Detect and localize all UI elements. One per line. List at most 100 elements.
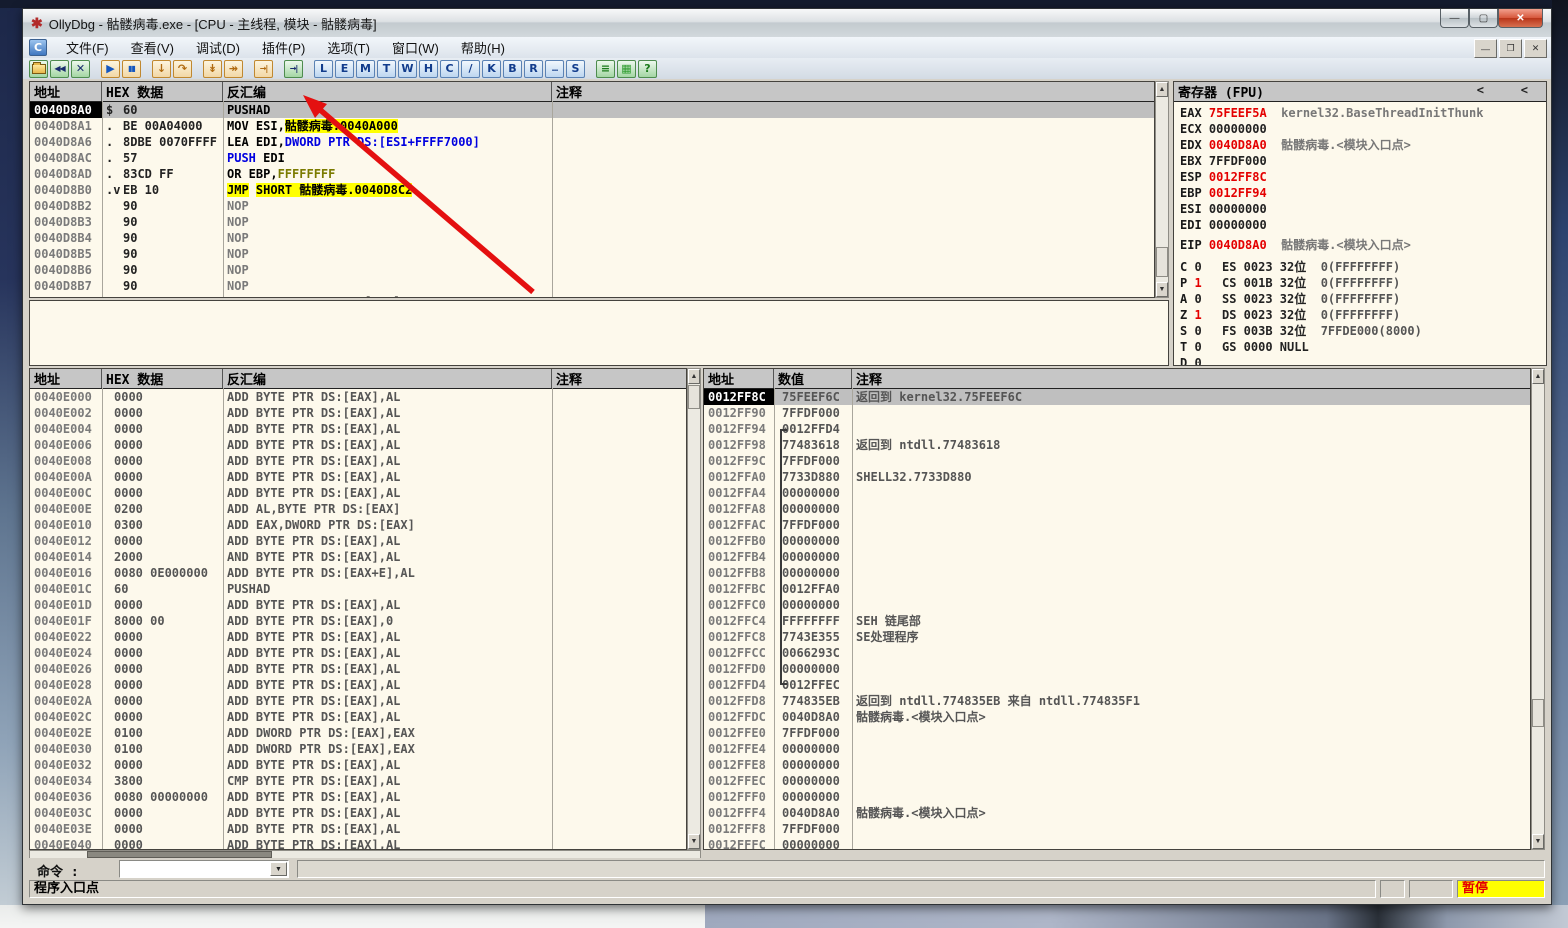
disasm-row[interactable]: 0040D8A0 $60 PUSHAD xyxy=(30,102,1154,118)
menu-item-T[interactable]: 选项(T) xyxy=(316,36,381,59)
flag-row[interactable]: P 1 CS 001B 32位 0(FFFFFFFF) xyxy=(1180,275,1544,291)
dump-row[interactable]: 0040E01F 8000 00 ADD BYTE PTR DS:[EAX],0 xyxy=(30,613,686,629)
stack-row[interactable]: 0012FFE0 7FFDF000 xyxy=(704,725,1530,741)
executable-modules-button[interactable]: E xyxy=(335,59,354,78)
dump-row[interactable]: 0040E02C 0000 ADD BYTE PTR DS:[EAX],AL xyxy=(30,709,686,725)
handles-button[interactable]: H xyxy=(419,59,438,78)
menu-item-V[interactable]: 查看(V) xyxy=(120,36,185,59)
execute-till-return-button[interactable]: →| xyxy=(254,59,273,78)
disasm-row[interactable]: 0040D8AD. 83CD FF OR EBP,FFFFFFFF xyxy=(30,166,1154,182)
dump-row[interactable]: 0040E034 3800 CMP BYTE PTR DS:[EAX],AL xyxy=(30,773,686,789)
dump-row[interactable]: 0040E032 0000 ADD BYTE PTR DS:[EAX],AL xyxy=(30,757,686,773)
collapse-button[interactable]: < xyxy=(1521,83,1528,97)
stack-row[interactable]: 0012FFB8 00000000 xyxy=(704,565,1530,581)
references-button[interactable]: R xyxy=(524,59,543,78)
animate-over-button[interactable]: ↠ xyxy=(224,59,243,78)
stack-row[interactable]: 0012FFA4 00000000 xyxy=(704,485,1530,501)
dump-row[interactable]: 0040E014 2000 AND BYTE PTR DS:[EAX],AL xyxy=(30,549,686,565)
stack-row[interactable]: 0012FF9C 7FFDF000 xyxy=(704,453,1530,469)
scroll-thumb[interactable] xyxy=(1156,247,1168,277)
dump-row[interactable]: 0040E01C 60 PUSHAD xyxy=(30,581,686,597)
column-header[interactable]: 地址 xyxy=(30,369,102,388)
column-header[interactable]: 地址 xyxy=(704,369,774,388)
scroll-thumb[interactable] xyxy=(87,851,272,858)
column-header[interactable]: 注释 xyxy=(552,369,686,388)
menu-item-D[interactable]: 调试(D) xyxy=(185,36,251,59)
stack-row[interactable]: 0012FFA0 7733D880 SHELL32.7733D880 xyxy=(704,469,1530,485)
breakpoints-button[interactable]: B xyxy=(503,59,522,78)
disasm-row[interactable]: 0040D8B6 90 NOP xyxy=(30,262,1154,278)
disasm-row[interactable]: 0040D8A1. BE 00A04000 MOV ESI,骷髅病毒.0040A00… xyxy=(30,118,1154,134)
stack-row[interactable]: 0012FF8C 75FEEF6C 返回到 kernel32.75FEEF6C xyxy=(704,389,1530,405)
help-button[interactable]: ? xyxy=(638,59,657,78)
scroll-down-button[interactable]: ▼ xyxy=(1156,282,1168,297)
dump-row[interactable]: 0040E008 0000 ADD BYTE PTR DS:[EAX],AL xyxy=(30,453,686,469)
stack-scrollbar[interactable]: ▲ ▼ xyxy=(1531,368,1545,850)
scroll-thumb[interactable] xyxy=(1532,699,1544,727)
stack-row[interactable]: 0012FFC8 7743E355 SE处理程序 xyxy=(704,629,1530,645)
stack-row[interactable]: 0012FFE4 00000000 xyxy=(704,741,1530,757)
call-stack-button[interactable]: K xyxy=(482,59,501,78)
dump-row[interactable]: 0040E00C 0000 ADD BYTE PTR DS:[EAX],AL xyxy=(30,485,686,501)
disasm-row[interactable]: 0040D8B2 90 NOP xyxy=(30,198,1154,214)
dump-row[interactable]: 0040E040 0000 ADD BYTE PTR DS:[EAX],AL xyxy=(30,837,686,849)
menu-item-W[interactable]: 窗口(W) xyxy=(381,36,450,59)
stack-row[interactable]: 0012FF90 7FFDF000 xyxy=(704,405,1530,421)
cpu-system-menu-icon[interactable]: C xyxy=(29,39,47,56)
animate-into-button[interactable]: ↡ xyxy=(203,59,222,78)
stack-row[interactable]: 0012FFF0 00000000 xyxy=(704,789,1530,805)
dump-scrollbar[interactable]: ▲ ▼ xyxy=(687,368,701,850)
disasm-row[interactable]: 0040D8B5 90 NOP xyxy=(30,246,1154,262)
dump-row[interactable]: 0040E010 0300 ADD EAX,DWORD PTR DS:[EAX] xyxy=(30,517,686,533)
dump-row[interactable]: 0040E03C 0000 ADD BYTE PTR DS:[EAX],AL xyxy=(30,805,686,821)
scroll-down-button[interactable]: ▼ xyxy=(688,834,700,849)
dump-row[interactable]: 0040E00A 0000 ADD BYTE PTR DS:[EAX],AL xyxy=(30,469,686,485)
go-to-address-button[interactable]: →| xyxy=(284,59,303,78)
run-button[interactable]: ▶ xyxy=(101,59,120,78)
menu-item-P[interactable]: 插件(P) xyxy=(251,36,316,59)
register-row[interactable]: EBP 0012FF94 xyxy=(1180,185,1544,201)
command-input[interactable]: ▼ xyxy=(119,860,289,878)
minimize-button[interactable]: — xyxy=(1440,9,1469,28)
flag-row[interactable]: T 0 GS 0000 NULL xyxy=(1180,339,1544,355)
dump-row[interactable]: 0040E004 0000 ADD BYTE PTR DS:[EAX],AL xyxy=(30,421,686,437)
stack-row[interactable]: 0012FFA8 00000000 xyxy=(704,501,1530,517)
register-row[interactable]: EDI 00000000 xyxy=(1180,217,1544,233)
combo-dropdown-button[interactable]: ▼ xyxy=(270,862,287,876)
stack-row[interactable]: 0012FFC0 00000000 xyxy=(704,597,1530,613)
disasm-row[interactable]: 0040D8B4 90 NOP xyxy=(30,230,1154,246)
threads-button[interactable]: T xyxy=(377,59,396,78)
column-header[interactable]: HEX 数据 xyxy=(102,369,223,388)
log-window-button[interactable]: L xyxy=(314,59,333,78)
close-button[interactable]: ✕ xyxy=(1498,9,1543,28)
stack-row[interactable]: 0012FFDC 0040D8A0 骷髅病毒.<模块入口点> xyxy=(704,709,1530,725)
close-program-button[interactable]: ✕ xyxy=(71,59,90,78)
scroll-down-button[interactable]: ▼ xyxy=(1532,834,1544,849)
dump-row[interactable]: 0040E036 0080 00000000 ADD BYTE PTR DS:[EA… xyxy=(30,789,686,805)
dump-row[interactable]: 0040E002 0000 ADD BYTE PTR DS:[EAX],AL xyxy=(30,405,686,421)
cpu-window-button[interactable]: C xyxy=(440,59,459,78)
stack-row[interactable]: 0012FFEC 00000000 xyxy=(704,773,1530,789)
flag-row[interactable]: A 0 SS 0023 32位 0(FFFFFFFF) xyxy=(1180,291,1544,307)
column-header[interactable]: HEX 数据 xyxy=(102,82,223,101)
dump-row[interactable]: 0040E030 0100 ADD DWORD PTR DS:[EAX],EAX xyxy=(30,741,686,757)
dump-row[interactable]: 0040E012 0000 ADD BYTE PTR DS:[EAX],AL xyxy=(30,533,686,549)
disassembly-scrollbar[interactable]: ▲ ▼ xyxy=(1155,81,1169,298)
dump-row[interactable]: 0040E026 0000 ADD BYTE PTR DS:[EAX],AL xyxy=(30,661,686,677)
stack-row[interactable]: 0012FF94 0012FFD4 xyxy=(704,421,1530,437)
dump-row[interactable]: 0040E01D 0000 ADD BYTE PTR DS:[EAX],AL xyxy=(30,597,686,613)
open-file-button[interactable] xyxy=(29,59,48,78)
column-header[interactable]: 反汇编 xyxy=(223,82,552,101)
disasm-row[interactable]: 0040D8B7 90 NOP xyxy=(30,278,1154,294)
restart-button[interactable]: ◀◀ xyxy=(50,59,69,78)
register-row[interactable]: EAX 75FEEF5A kernel32.BaseThreadInitThun… xyxy=(1180,105,1544,121)
menu-item-F[interactable]: 文件(F) xyxy=(55,36,120,59)
register-row[interactable]: EIP 0040D8A0 骷髅病毒.<模块入口点> xyxy=(1180,237,1544,253)
mdi-minimize-button[interactable]: — xyxy=(1474,39,1497,58)
dump-row[interactable]: 0040E022 0000 ADD BYTE PTR DS:[EAX],AL xyxy=(30,629,686,645)
column-header[interactable]: 注释 xyxy=(552,82,1154,101)
scroll-up-button[interactable]: ▲ xyxy=(1156,82,1168,97)
stack-row[interactable]: 0012FFC4 FFFFFFFF SEH 链尾部 xyxy=(704,613,1530,629)
registers-header[interactable]: 寄存器 (FPU) < < xyxy=(1174,82,1546,102)
flag-row[interactable]: Z 1 DS 0023 32位 0(FFFFFFFF) xyxy=(1180,307,1544,323)
